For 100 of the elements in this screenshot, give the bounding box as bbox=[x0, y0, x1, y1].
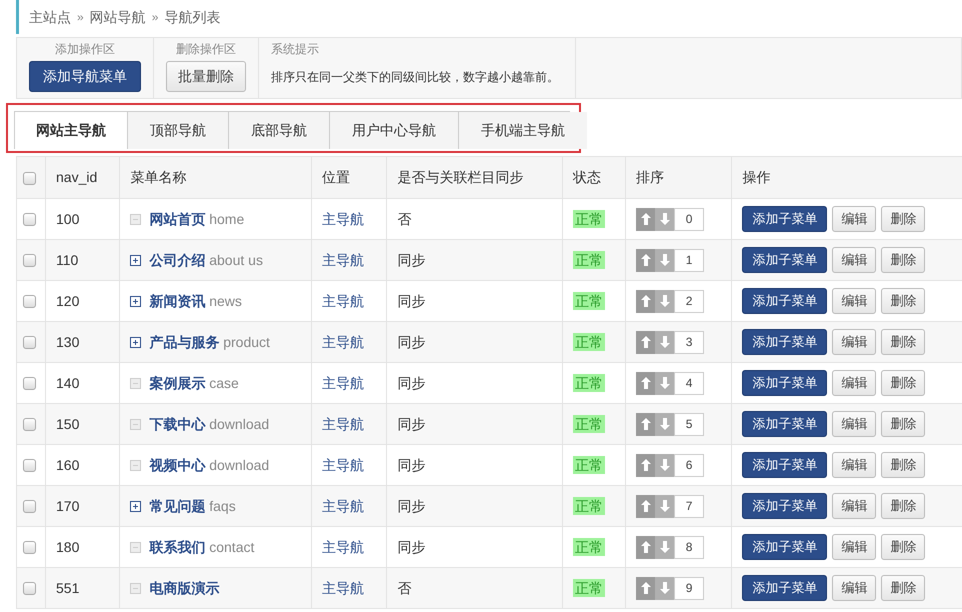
move-down-button[interactable] bbox=[655, 576, 674, 600]
move-up-button[interactable] bbox=[636, 248, 656, 272]
batch-delete-button[interactable]: 批量删除 bbox=[166, 61, 246, 92]
move-down-button[interactable] bbox=[655, 290, 674, 312]
edit-button[interactable]: 编辑 bbox=[832, 329, 876, 355]
move-down-button[interactable] bbox=[655, 208, 674, 230]
add-submenu-button[interactable]: 添加子菜单 bbox=[742, 329, 828, 355]
delete-button[interactable]: 删除 bbox=[881, 329, 926, 355]
row-checkbox[interactable] bbox=[23, 582, 36, 596]
edit-button[interactable]: 编辑 bbox=[832, 534, 876, 560]
select-all-checkbox[interactable] bbox=[23, 172, 36, 185]
edit-button[interactable]: 编辑 bbox=[832, 370, 876, 396]
move-up-button[interactable] bbox=[636, 208, 656, 230]
move-down-button[interactable] bbox=[655, 372, 674, 394]
order-field[interactable]: 2 bbox=[674, 290, 704, 312]
menu-name[interactable]: 网站首页 bbox=[149, 210, 206, 226]
order-field[interactable]: 1 bbox=[674, 248, 704, 272]
tab[interactable]: 底部导航 bbox=[229, 112, 330, 149]
move-up-button[interactable] bbox=[636, 412, 656, 436]
tab[interactable]: 手机端主导航 bbox=[459, 112, 587, 149]
table-cell: 否 bbox=[386, 568, 562, 608]
row-checkbox[interactable] bbox=[23, 254, 36, 268]
move-down-button[interactable] bbox=[655, 536, 674, 558]
move-up-button[interactable] bbox=[636, 494, 656, 518]
delete-button[interactable]: 删除 bbox=[881, 493, 926, 519]
edit-button[interactable]: 编辑 bbox=[832, 493, 876, 519]
add-submenu-button[interactable]: 添加子菜单 bbox=[742, 493, 828, 519]
delete-button[interactable]: 删除 bbox=[881, 247, 926, 273]
up-arrow-icon bbox=[640, 418, 651, 430]
edit-button[interactable]: 编辑 bbox=[832, 575, 876, 601]
tab[interactable]: 顶部导航 bbox=[128, 112, 229, 149]
move-up-button[interactable] bbox=[636, 290, 656, 312]
add-submenu-button[interactable]: 添加子菜单 bbox=[742, 206, 828, 232]
edit-button[interactable]: 编辑 bbox=[832, 288, 876, 314]
row-checkbox[interactable] bbox=[23, 500, 36, 514]
menu-name[interactable]: 新闻资讯 bbox=[149, 292, 206, 308]
breadcrumb-item[interactable]: 导航列表 bbox=[164, 6, 220, 28]
row-checkbox[interactable] bbox=[23, 459, 36, 472]
delete-button[interactable]: 删除 bbox=[881, 206, 926, 232]
edit-button[interactable]: 编辑 bbox=[832, 247, 876, 273]
order-field[interactable]: 8 bbox=[674, 536, 704, 558]
move-up-button[interactable] bbox=[636, 576, 656, 600]
move-down-button[interactable] bbox=[655, 494, 674, 518]
row-checkbox[interactable] bbox=[23, 295, 36, 308]
menu-name[interactable]: 产品与服务 bbox=[149, 334, 220, 350]
menu-name[interactable]: 案例展示 bbox=[149, 374, 206, 390]
move-down-button[interactable] bbox=[655, 248, 674, 272]
edit-button[interactable]: 编辑 bbox=[832, 411, 876, 437]
delete-button[interactable]: 删除 bbox=[881, 575, 926, 601]
delete-button[interactable]: 删除 bbox=[881, 452, 926, 478]
row-checkbox[interactable] bbox=[23, 336, 36, 350]
tab[interactable]: 用户中心导航 bbox=[330, 112, 459, 149]
delete-button[interactable]: 删除 bbox=[881, 370, 926, 396]
order-field[interactable]: 6 bbox=[674, 454, 704, 476]
order-field[interactable]: 7 bbox=[674, 494, 704, 518]
add-submenu-button[interactable]: 添加子菜单 bbox=[742, 370, 828, 396]
menu-name[interactable]: 视频中心 bbox=[149, 456, 206, 472]
order-field[interactable]: 4 bbox=[674, 372, 704, 394]
expand-icon[interactable] bbox=[130, 337, 142, 348]
row-checkbox[interactable] bbox=[23, 377, 36, 390]
add-submenu-button[interactable]: 添加子菜单 bbox=[742, 452, 828, 478]
delete-button[interactable]: 删除 bbox=[881, 411, 926, 437]
order-field[interactable]: 5 bbox=[674, 412, 704, 436]
move-up-button[interactable] bbox=[636, 330, 656, 354]
add-submenu-button[interactable]: 添加子菜单 bbox=[742, 247, 828, 273]
menu-name[interactable]: 下载中心 bbox=[149, 416, 206, 432]
order-field[interactable]: 3 bbox=[674, 330, 704, 354]
delete-button[interactable]: 删除 bbox=[881, 288, 926, 314]
menu-name[interactable]: 电商版演示 bbox=[149, 580, 220, 596]
row-checkbox[interactable] bbox=[23, 418, 36, 432]
expand-icon[interactable] bbox=[130, 255, 142, 266]
move-up-button[interactable] bbox=[636, 372, 656, 394]
edit-button[interactable]: 编辑 bbox=[832, 452, 876, 478]
add-submenu-button[interactable]: 添加子菜单 bbox=[742, 288, 828, 314]
expand-icon[interactable] bbox=[130, 501, 142, 512]
expand-icon[interactable] bbox=[130, 296, 142, 308]
move-down-button[interactable] bbox=[655, 330, 674, 354]
menu-name[interactable]: 常见问题 bbox=[149, 498, 206, 514]
move-up-button[interactable] bbox=[636, 454, 656, 476]
move-down-button[interactable] bbox=[655, 454, 674, 476]
table-cell: 110 bbox=[46, 240, 120, 280]
menu-name[interactable]: 公司介绍 bbox=[149, 252, 206, 268]
move-down-button[interactable] bbox=[655, 412, 674, 436]
add-submenu-button[interactable]: 添加子菜单 bbox=[742, 575, 828, 601]
breadcrumb-item[interactable]: 网站导航 bbox=[90, 6, 146, 28]
order-field[interactable]: 9 bbox=[674, 576, 704, 600]
edit-button[interactable]: 编辑 bbox=[832, 206, 876, 232]
move-up-button[interactable] bbox=[636, 536, 656, 558]
add-submenu-button[interactable]: 添加子菜单 bbox=[742, 534, 828, 560]
add-submenu-button[interactable]: 添加子菜单 bbox=[742, 411, 828, 437]
delete-button[interactable]: 删除 bbox=[881, 534, 926, 560]
order-field[interactable]: 0 bbox=[674, 208, 704, 230]
breadcrumb-item[interactable]: 主站点 bbox=[29, 6, 71, 28]
add-nav-button[interactable]: 添加导航菜单 bbox=[29, 61, 141, 92]
down-arrow-icon bbox=[660, 213, 670, 225]
down-arrow-icon bbox=[660, 500, 670, 512]
row-checkbox[interactable] bbox=[23, 213, 36, 226]
menu-name[interactable]: 联系我们 bbox=[149, 538, 206, 554]
menu-alias: product bbox=[223, 334, 270, 350]
row-checkbox[interactable] bbox=[23, 541, 36, 554]
